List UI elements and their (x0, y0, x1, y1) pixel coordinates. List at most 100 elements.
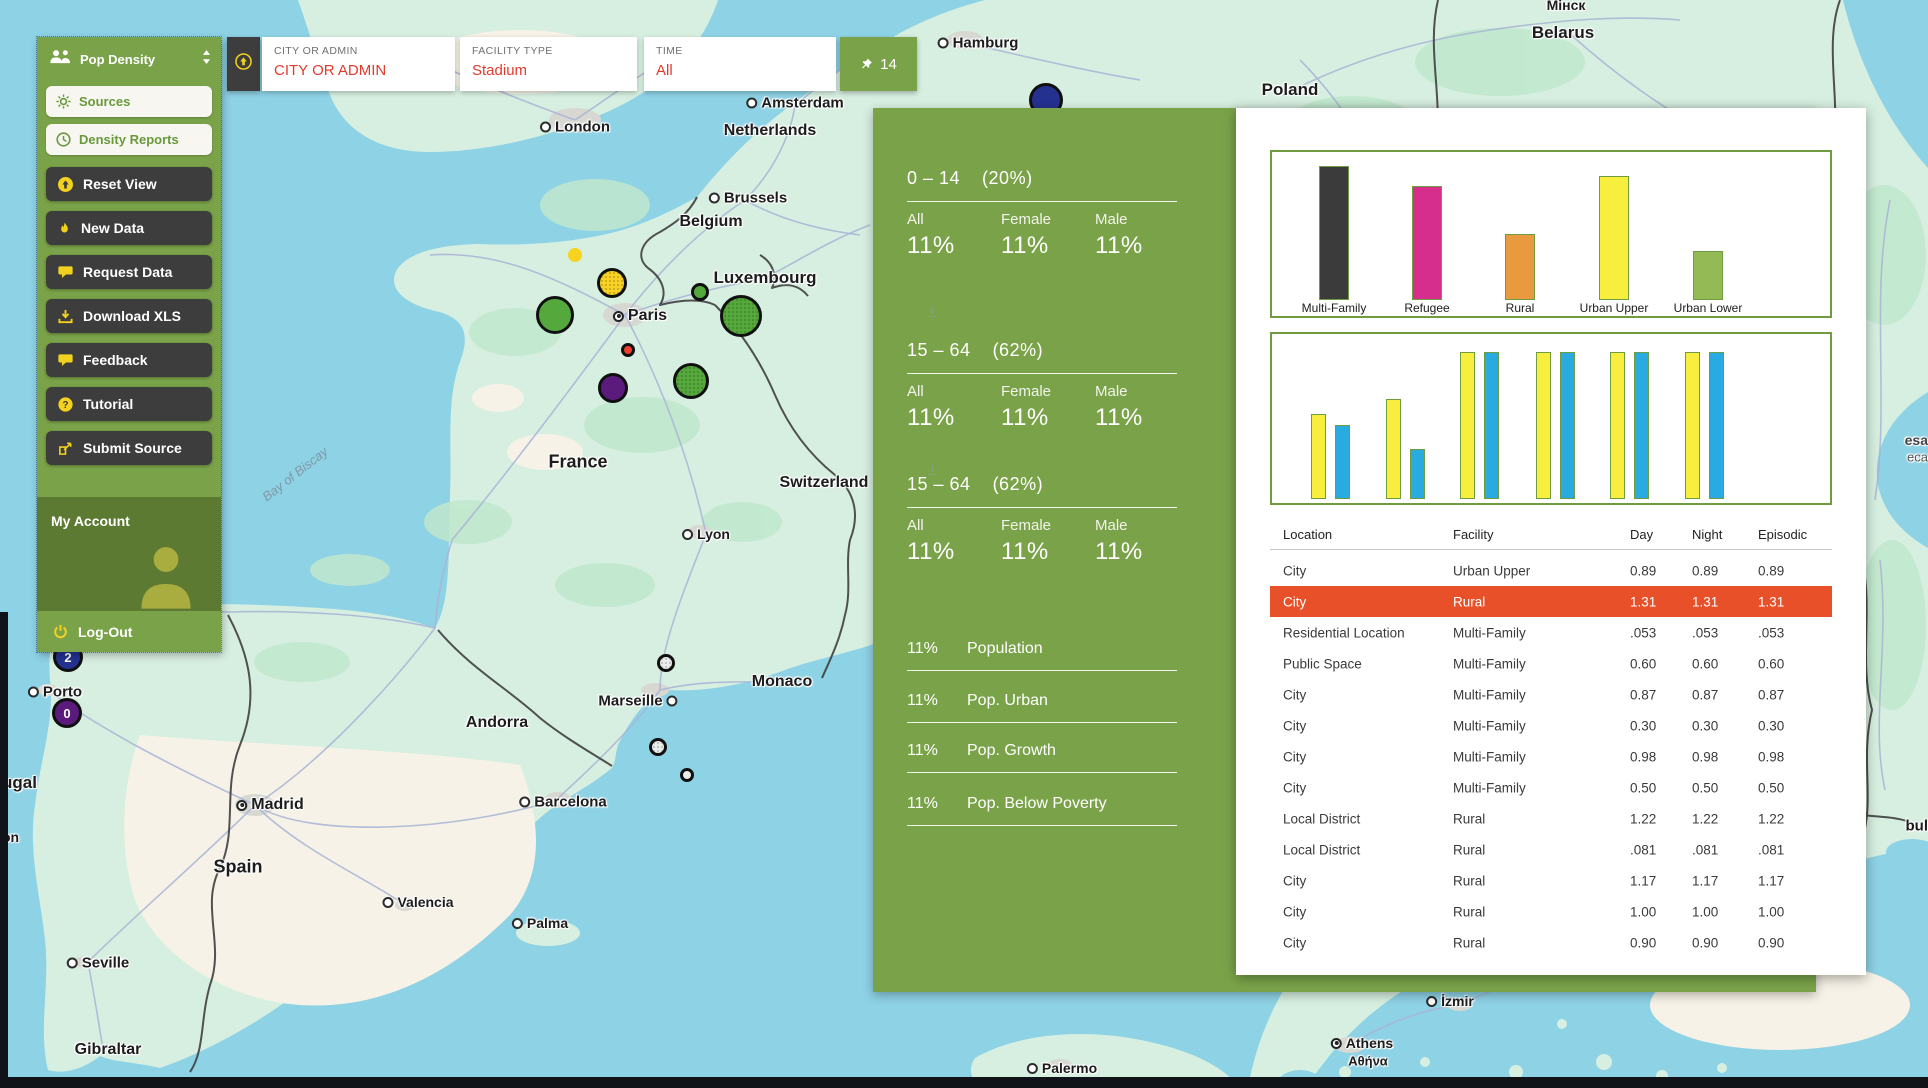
map-marker[interactable] (680, 768, 694, 782)
table-row[interactable]: Local DistrictRural.081.081.081 (1270, 834, 1832, 865)
sidebar-action-feedback[interactable]: Feedback (46, 343, 212, 377)
bar-group5-blue[interactable] (1634, 352, 1649, 499)
table-cell: 1.31 (1692, 594, 1718, 609)
map-marker[interactable] (621, 343, 635, 357)
pop-stat-label: Pop. Below Poverty (967, 795, 1107, 813)
map-label-france: France (548, 452, 607, 473)
table-row[interactable]: Public SpaceMulti-Family0.600.600.60 (1270, 648, 1832, 679)
map-label-barcelona: Barcelona (519, 794, 607, 811)
filter-value: All (656, 62, 836, 79)
logout-button[interactable]: Log-Out (37, 611, 221, 652)
map-marker[interactable] (649, 738, 667, 756)
scroll-down-icon[interactable]: ↓ (929, 460, 936, 475)
table-header-night[interactable]: Night (1692, 527, 1722, 542)
window-edge-bottom (0, 1077, 1928, 1088)
table-cell: Residential Location (1283, 625, 1405, 640)
table-row[interactable]: CityRural1.311.311.31 (1270, 586, 1832, 617)
filter-facility-type[interactable]: FACILITY TYPEStadium (460, 37, 637, 91)
table-cell: City (1283, 594, 1306, 609)
table-header-facility[interactable]: Facility (1453, 527, 1493, 542)
map-marker[interactable] (598, 373, 628, 403)
sidebar-action-download-xls[interactable]: Download XLS (46, 299, 212, 333)
map-marker[interactable] (691, 283, 709, 301)
sidebar-action-new-data[interactable]: New Data (46, 211, 212, 245)
age-section-2: 15 – 64(62%)All11%Female11%Male11% (907, 474, 1197, 566)
bar-group1-yellow[interactable] (1311, 414, 1326, 499)
pop-stat-pop-below-poverty: 11%Pop. Below Poverty (907, 795, 1197, 826)
table-cell: 1.22 (1630, 811, 1656, 826)
table-row[interactable]: Residential LocationMulti-Family.053.053… (1270, 617, 1832, 648)
map-label-amsterdam: Amsterdam (746, 95, 844, 112)
age-col-value: 11% (1001, 232, 1095, 260)
bar-group6-yellow[interactable] (1685, 352, 1700, 499)
map-marker[interactable] (536, 296, 574, 334)
action-label: Download XLS (83, 308, 181, 324)
table-row[interactable]: CityMulti-Family0.300.300.30 (1270, 710, 1832, 741)
map-label-valencia: Valencia (382, 894, 453, 910)
sidebar-action-tutorial[interactable]: ?Tutorial (46, 387, 212, 421)
bar-rural[interactable] (1505, 234, 1535, 300)
table-cell: 1.17 (1692, 873, 1718, 888)
bar-group6-blue[interactable] (1709, 352, 1724, 499)
table-cell: Rural (1453, 811, 1485, 826)
bar-urban-lower[interactable] (1693, 251, 1723, 300)
bar-group1-blue[interactable] (1335, 425, 1350, 499)
age-col-label: Female (1001, 517, 1095, 534)
pin-count: 14 (880, 56, 897, 73)
table-row[interactable]: CityRural1.171.171.17 (1270, 865, 1832, 896)
table-row[interactable]: CityMulti-Family0.980.980.98 (1270, 741, 1832, 772)
bar-urban-upper[interactable] (1599, 176, 1629, 300)
table-row[interactable]: CityUrban Upper0.890.890.89 (1270, 555, 1832, 586)
sidebar-action-request-data[interactable]: Request Data (46, 255, 212, 289)
table-row[interactable]: CityMulti-Family0.870.870.87 (1270, 679, 1832, 710)
sidebar-nav-sources[interactable]: Sources (46, 86, 212, 117)
capital-dot-icon (1331, 1038, 1342, 1049)
map-marker[interactable] (597, 268, 627, 298)
map-marker-0[interactable]: 0 (52, 698, 82, 728)
table-cell: 1.31 (1758, 594, 1784, 609)
sidebar-action-reset-view[interactable]: Reset View (46, 167, 212, 201)
table-header-location[interactable]: Location (1283, 527, 1332, 542)
layer-selector[interactable]: Pop Density (37, 37, 221, 79)
bar-group2-blue[interactable] (1410, 449, 1425, 499)
table-header-day[interactable]: Day (1630, 527, 1653, 542)
table-row[interactable]: CityMulti-Family0.500.500.50 (1270, 772, 1832, 803)
map-label-bul: bul (1906, 818, 1928, 835)
pop-stat-population: 11%Population (907, 640, 1197, 671)
pin-count-button[interactable]: 14 (840, 37, 917, 91)
table-row[interactable]: Local DistrictRural1.221.221.22 (1270, 803, 1832, 834)
bar-refugee[interactable] (1412, 186, 1442, 300)
sidebar: Pop Density Sources Density Reports Reset… (37, 37, 221, 652)
clock-icon (56, 132, 71, 147)
table-cell: 0.50 (1692, 780, 1718, 795)
bar-multi-family[interactable] (1319, 166, 1349, 300)
filter-time[interactable]: TIMEAll (644, 37, 836, 91)
age-range: 0 – 14 (907, 168, 960, 188)
table-cell: .053 (1630, 625, 1656, 640)
map-marker[interactable] (568, 248, 582, 262)
bar-group4-yellow[interactable] (1536, 352, 1551, 499)
collapse-filters-button[interactable] (227, 37, 260, 91)
table-header-episodic[interactable]: Episodic (1758, 527, 1807, 542)
table-row[interactable]: CityRural0.900.900.90 (1270, 927, 1832, 958)
map-marker[interactable] (720, 295, 762, 337)
age-range: 15 – 64 (907, 340, 971, 360)
arrow-up-ring-icon (235, 53, 252, 75)
avatar[interactable] (135, 540, 197, 611)
table-cell: Public Space (1283, 656, 1362, 671)
divider (907, 507, 1177, 508)
divider (907, 670, 1177, 671)
bar-group5-yellow[interactable] (1610, 352, 1625, 499)
bar-group4-blue[interactable] (1560, 352, 1575, 499)
age-col-value: 11% (1095, 538, 1189, 566)
map-marker[interactable] (673, 363, 709, 399)
sidebar-nav-density-reports[interactable]: Density Reports (46, 124, 212, 155)
filter-city-or-admin[interactable]: CITY OR ADMINCITY OR ADMIN (262, 37, 455, 91)
bar-group3-blue[interactable] (1484, 352, 1499, 499)
bar-group2-yellow[interactable] (1386, 399, 1401, 499)
table-row[interactable]: CityRural1.001.001.00 (1270, 896, 1832, 927)
sidebar-action-submit-source[interactable]: Submit Source (46, 431, 212, 465)
scroll-down-icon[interactable]: ↓ (929, 302, 936, 317)
bar-group3-yellow[interactable] (1460, 352, 1475, 499)
map-marker[interactable] (657, 654, 675, 672)
